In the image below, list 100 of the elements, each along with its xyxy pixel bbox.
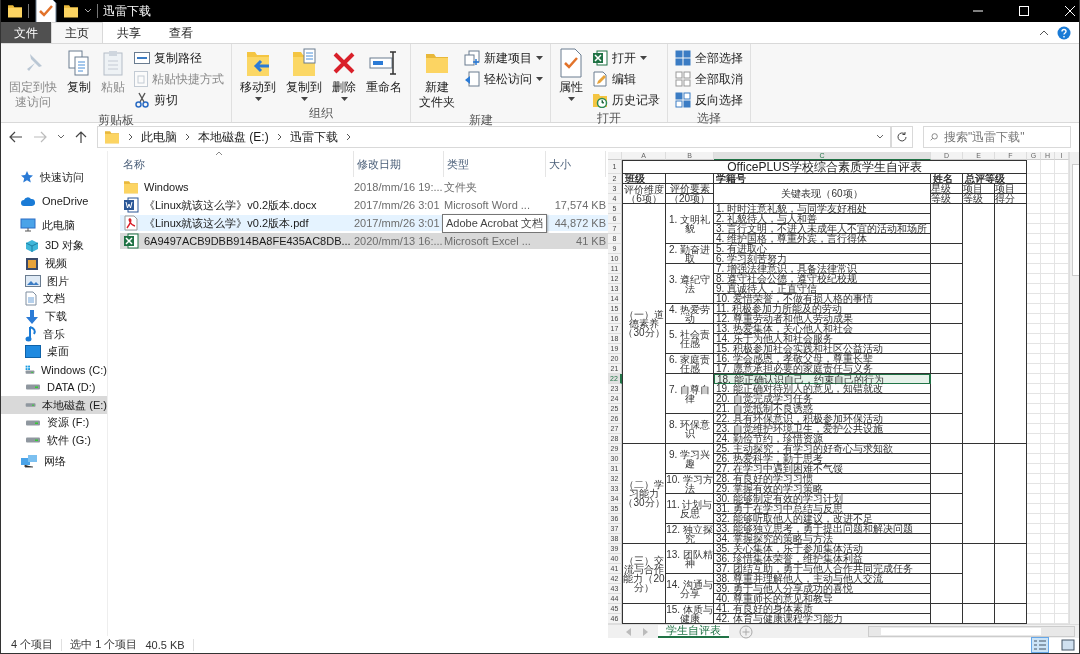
help-icon[interactable] — [1057, 25, 1071, 40]
breadcrumb[interactable]: 此电脑 — [141, 128, 177, 146]
empty-cell — [1027, 294, 1041, 304]
ribbon-button[interactable]: 历史记录 — [589, 90, 663, 110]
sidebar-item[interactable]: 本地磁盘 (E:) — [1, 396, 107, 414]
ribbon-button[interactable]: 复制路径 — [131, 48, 227, 68]
empty-cell — [1027, 254, 1041, 264]
table-cell: 41. 有良好的身体素质 — [714, 604, 931, 614]
sidebar-item[interactable]: 下载 — [1, 307, 107, 326]
empty-cell — [1027, 424, 1041, 434]
address-bar[interactable]: 此电脑 本地磁盘 (E:) 迅雷下载 — [97, 126, 891, 148]
maximize-icon[interactable] — [1019, 6, 1029, 16]
table-cell: 40. 尊重师长的意见和教导 — [714, 594, 931, 604]
ribbon-button[interactable]: 打开 — [589, 48, 663, 68]
empty-cell — [1027, 414, 1041, 424]
ribbon-button[interactable]: 全部选择 — [672, 48, 746, 68]
file-menu-tab[interactable]: 文件 — [1, 22, 51, 43]
empty-cell — [1041, 574, 1055, 584]
sheet-tab[interactable]: 学生自评表 — [658, 625, 729, 638]
sidebar-item[interactable]: 软件 (G:) — [1, 431, 107, 450]
file-row[interactable]: 《Linux就该这么学》v0.2版本.docx 2017/mm/26 3:01 Microsoft Word ... 17,574 KB — [120, 197, 608, 213]
column-header[interactable]: 名称 — [120, 151, 354, 177]
empty-cell — [1041, 334, 1055, 344]
empty-cell — [1027, 384, 1041, 394]
ribbon-button[interactable]: 移动到 — [236, 46, 280, 105]
empty-cell — [1027, 474, 1041, 484]
scrollbar[interactable] — [1069, 152, 1079, 624]
scrollbar[interactable] — [868, 626, 1075, 637]
ribbon-button[interactable]: 剪切 — [131, 90, 227, 110]
refresh-button[interactable] — [891, 126, 913, 148]
document-arrow-icon — [464, 71, 480, 87]
sidebar-item[interactable]: 文档 — [1, 290, 107, 308]
back-icon[interactable] — [9, 131, 23, 143]
table-cell: 3. 遵纪守法 — [666, 264, 714, 304]
close-icon[interactable] — [1065, 6, 1075, 16]
ribbon-button[interactable]: 属性 — [555, 46, 587, 110]
ribbon-button[interactable]: 重命名 — [362, 46, 406, 105]
empty-cell — [1041, 384, 1055, 394]
collapse-icon[interactable] — [1039, 29, 1049, 36]
ribbon-button[interactable]: 全部取消 — [672, 69, 746, 89]
empty-cell — [931, 574, 963, 604]
file-row[interactable]: Windows 2018/mm/16 19:...文件夹 — [120, 179, 608, 195]
sidebar-item[interactable]: 资源 (F:) — [1, 413, 107, 432]
sidebar-item[interactable]: OneDrive — [1, 189, 107, 213]
empty-cell — [1041, 544, 1055, 554]
file-row[interactable]: 6A9497ACB9DBB914BA8FE435AC8DB... 2020/mm/13 16:...Microsoft Excel ... 41 KB — [120, 233, 608, 249]
ribbon-button[interactable]: 删除 — [328, 46, 360, 105]
ribbon-tab[interactable]: 共享 — [103, 22, 155, 43]
empty-cell — [1027, 314, 1041, 324]
caret-icon — [254, 97, 262, 101]
column-header[interactable]: 类型 — [444, 151, 546, 177]
table-cell: 5. 有进取心 — [714, 244, 931, 254]
sidebar-item[interactable]: 快速访问 — [1, 165, 107, 189]
sidebar-item[interactable]: 音乐 — [1, 325, 107, 344]
sidebar-item[interactable]: 网络 — [1, 449, 107, 474]
caret-icon — [536, 56, 543, 60]
sidebar-item[interactable]: DATA (D:) — [1, 378, 107, 397]
up-icon[interactable] — [75, 130, 87, 144]
caret-icon[interactable] — [876, 134, 884, 140]
new-item-icon — [464, 50, 480, 66]
empty-cell — [1027, 334, 1041, 344]
empty-cell — [1041, 454, 1055, 464]
empty-cell — [1027, 524, 1041, 534]
ribbon-button[interactable]: 新建项目 — [461, 48, 546, 68]
empty-cell — [931, 264, 963, 304]
edit-icon — [592, 71, 608, 87]
caret-icon[interactable] — [84, 8, 92, 14]
ribbon-button[interactable]: 编辑 — [589, 69, 663, 89]
word-file-icon — [123, 197, 139, 213]
ribbon-tab[interactable]: 主页 — [51, 22, 103, 43]
file-row[interactable]: 《Linux就该这么学》v0.2版本.pdf 2017/mm/26 3:01 Adobe Acrobat 文档 44,872 KB — [120, 215, 608, 231]
table-cell: 16. 学会感恩，孝敬父母，尊重长辈 — [714, 354, 931, 364]
empty-cell — [1041, 564, 1055, 574]
empty-cell — [1041, 434, 1055, 444]
sidebar-item[interactable]: 桌面 — [1, 343, 107, 361]
empty-cell — [1027, 554, 1041, 564]
sidebar-item[interactable]: 视频 — [1, 254, 107, 273]
breadcrumb[interactable]: 迅雷下载 — [289, 128, 338, 146]
ribbon-button[interactable]: 复制 — [63, 46, 95, 112]
table-cell: 项目 — [995, 184, 1027, 194]
empty-cell — [931, 544, 963, 574]
ribbon-button[interactable]: 新建 文件夹 — [415, 46, 459, 112]
ribbon-button[interactable]: 轻松访问 — [461, 69, 546, 89]
ribbon-tab[interactable]: 查看 — [155, 22, 207, 43]
ribbon-button[interactable]: 复制到 — [282, 46, 326, 105]
sidebar-item[interactable]: Windows (C:) — [1, 360, 107, 379]
column-header[interactable]: 大小 — [546, 151, 606, 177]
tooltip: Adobe Acrobat 文档 — [442, 214, 548, 233]
caret-icon[interactable] — [57, 134, 65, 140]
breadcrumb[interactable]: 本地磁盘 (E:) — [198, 128, 269, 146]
search-box[interactable]: 搜索"迅雷下载" — [923, 126, 1071, 148]
sidebar-item[interactable]: 3D 对象 — [1, 237, 107, 255]
status-text: 40.5 KB — [145, 638, 185, 651]
sidebar-item[interactable]: 图片 — [1, 272, 107, 291]
ribbon-button[interactable]: 反向选择 — [672, 90, 746, 110]
sidebar-item[interactable]: 此电脑 — [1, 213, 107, 237]
empty-cell — [1027, 374, 1041, 384]
table-cell: 37. 团结互助，勇于与他人合作共同完成任务 — [714, 564, 931, 574]
column-header[interactable]: 修改日期 — [354, 151, 444, 177]
large-icons-view-button[interactable] — [1059, 636, 1077, 653]
